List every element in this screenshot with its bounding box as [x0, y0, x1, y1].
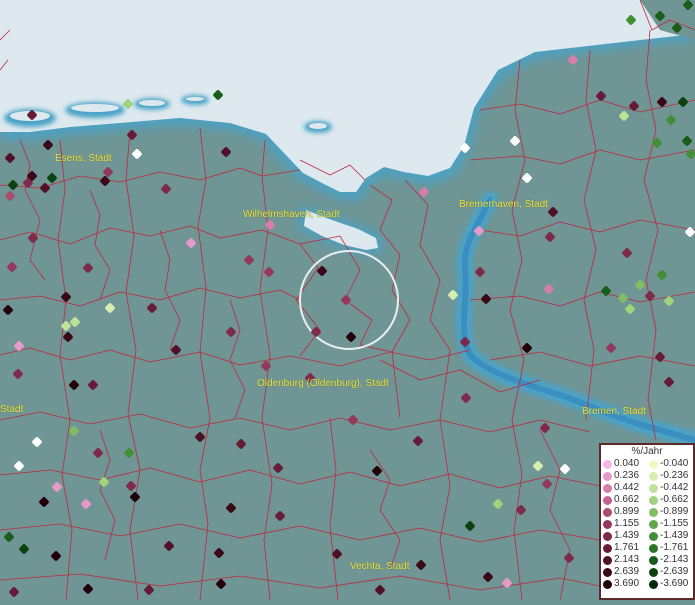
legend-value: -2.143: [660, 554, 689, 565]
legend-swatch: [603, 483, 612, 493]
legend-swatch: [649, 579, 658, 589]
legend-value: 1.761: [614, 542, 640, 553]
legend-entry-negative: -0.236: [647, 470, 693, 482]
legend-swatch: [649, 495, 658, 505]
legend-value: 3.690: [614, 578, 640, 589]
legend-entry-positive: 1.155: [601, 518, 647, 530]
legend-title: %/Jahr: [631, 446, 663, 457]
legend-row: 3.690 -3.690: [601, 578, 693, 590]
legend-value: 2.143: [614, 554, 640, 565]
legend-entry-positive: 0.662: [601, 494, 647, 506]
legend-entry-positive: 0.236: [601, 470, 647, 482]
legend-row: 1.439 -1.439: [601, 530, 693, 542]
legend-row: 0.662 -0.662: [601, 494, 693, 506]
legend-swatch: [649, 555, 658, 565]
legend-entry-negative: -2.143: [647, 554, 693, 566]
legend-entry-negative: -0.899: [647, 506, 693, 518]
legend-value: -0.442: [660, 482, 689, 493]
city-label-wilhelmshaven: Wilhelmshaven, Stadt: [243, 209, 340, 220]
legend-entry-positive: 0.899: [601, 506, 647, 518]
legend-entry-negative: -1.155: [647, 518, 693, 530]
legend-entry-positive: 1.761: [601, 542, 647, 554]
legend-value: -1.761: [660, 542, 689, 553]
legend-swatch: [603, 567, 612, 577]
legend-row: 0.040 -0.040: [601, 458, 693, 470]
legend-swatch: [603, 543, 612, 553]
legend-swatch: [649, 471, 658, 481]
legend-entry-positive: 2.143: [601, 554, 647, 566]
city-label-bremen: Bremen, Stadt: [582, 406, 646, 417]
legend-entry-positive: 0.040: [601, 458, 647, 470]
city-label-vechta: Vechta, Stadt: [350, 561, 410, 572]
legend-row: 2.143 -2.143: [601, 554, 693, 566]
legend-swatch: [649, 519, 658, 529]
legend-row: 1.761 -1.761: [601, 542, 693, 554]
legend-value: -2.639: [660, 566, 689, 577]
legend-entry-negative: -3.690: [647, 578, 693, 590]
legend-row: 0.442 -0.442: [601, 482, 693, 494]
legend-swatch: [603, 519, 612, 529]
legend-swatch: [603, 531, 612, 541]
legend-value: -3.690: [660, 578, 689, 589]
legend-entry-negative: -0.662: [647, 494, 693, 506]
legend-entry-negative: -0.442: [647, 482, 693, 494]
city-label-bremerhaven: Bremerhaven, Stadt: [459, 199, 548, 210]
legend-swatch: [649, 567, 658, 577]
legend-swatch: [603, 579, 612, 589]
legend-entry-positive: 0.442: [601, 482, 647, 494]
legend-value: 0.662: [614, 494, 640, 505]
legend-entry-positive: 1.439: [601, 530, 647, 542]
legend-swatch: [649, 483, 658, 493]
legend-entry-negative: -0.040: [647, 458, 693, 470]
city-label-oldenburg: Oldenburg (Oldenburg), Stadt: [257, 378, 389, 389]
legend-swatch: [603, 471, 612, 481]
legend-value: 1.439: [614, 530, 640, 541]
legend-value: 0.040: [614, 458, 640, 469]
legend-entry-positive: 2.639: [601, 566, 647, 578]
legend-swatch: [649, 543, 658, 553]
legend-row: 0.236 -0.236: [601, 470, 693, 482]
legend-rows: 0.040 -0.040 0.236 -0.236 0.442 -0.442 0.662 -0…: [601, 458, 693, 590]
legend-value: 0.236: [614, 470, 640, 481]
legend-swatch: [649, 459, 658, 469]
legend-value: 0.442: [614, 482, 640, 493]
legend-entry-positive: 3.690: [601, 578, 647, 590]
city-label-esens: Esens, Stadt: [55, 153, 112, 164]
legend-row: 2.639 -2.639: [601, 566, 693, 578]
legend-row: 0.899 -0.899: [601, 506, 693, 518]
legend-swatch: [603, 555, 612, 565]
map-canvas[interactable]: Esens, Stadt Wilhelmshaven, Stadt Bremer…: [0, 0, 695, 601]
legend-row: 1.155 -1.155: [601, 518, 693, 530]
legend: %/Jahr 0.040 -0.040 0.236 -0.236 0.442 -0.442…: [599, 443, 695, 600]
legend-value: 0.899: [614, 506, 640, 517]
legend-value: 1.155: [614, 518, 640, 529]
legend-entry-negative: -1.761: [647, 542, 693, 554]
legend-entry-negative: -1.439: [647, 530, 693, 542]
legend-value: -1.155: [660, 518, 689, 529]
legend-value: -0.040: [660, 458, 689, 469]
legend-swatch: [603, 495, 612, 505]
legend-value: -1.439: [660, 530, 689, 541]
legend-value: -0.662: [660, 494, 689, 505]
legend-swatch: [649, 531, 658, 541]
legend-value: -0.899: [660, 506, 689, 517]
city-label-left-stadt: Stadt: [0, 404, 24, 415]
legend-entry-negative: -2.639: [647, 566, 693, 578]
legend-swatch: [603, 459, 612, 469]
legend-swatch: [603, 507, 612, 517]
legend-value: 2.639: [614, 566, 640, 577]
legend-value: -0.236: [660, 470, 689, 481]
legend-swatch: [649, 507, 658, 517]
